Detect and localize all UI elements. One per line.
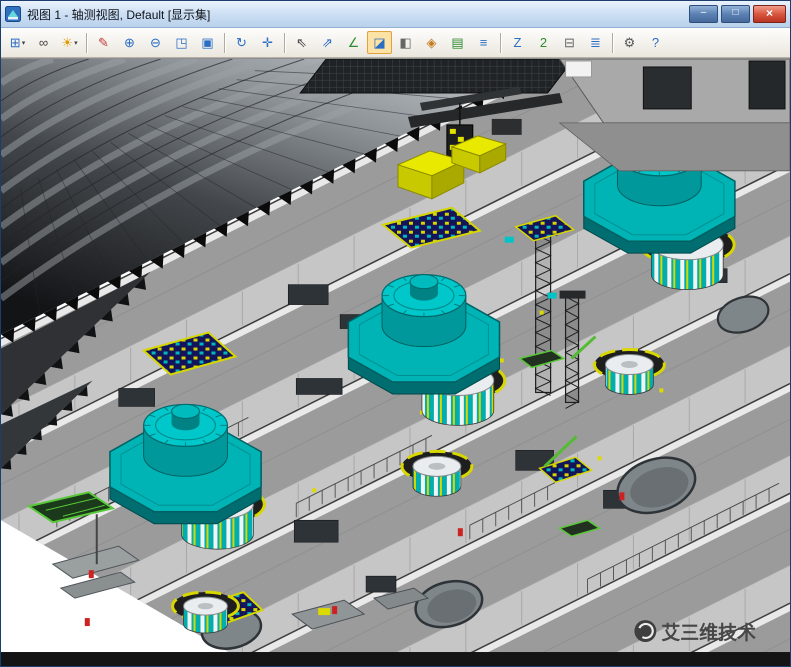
close-button[interactable]: ×	[753, 5, 786, 23]
toolbar-separator	[612, 33, 613, 53]
bottom-strip	[1, 652, 790, 666]
explode-icon[interactable]: ◈	[419, 31, 444, 54]
zoom-out-icon[interactable]: ⊖	[143, 31, 168, 54]
window-title: 视图 1 - 轴测视图, Default [显示集]	[27, 6, 689, 23]
toolbar: ⊞▾∞☀▾ ✎⊕⊖◳▣ ↻✛ ⇖⇗∠◪◧◈▤≡ Z2⊟≣ ⚙?	[1, 28, 790, 58]
toolbar-separator	[86, 33, 87, 53]
fit-all-icon[interactable]: ▣	[195, 31, 220, 54]
sequence-icon[interactable]: 2	[531, 31, 556, 54]
maximize-button[interactable]: □	[721, 5, 750, 23]
clipboard-icon[interactable]: ⊟	[557, 31, 582, 54]
select-icon[interactable]: ⇖	[289, 31, 314, 54]
help-icon[interactable]: ?	[643, 31, 668, 54]
scene-3d: 艾三维技术	[1, 59, 790, 666]
grating-walkway	[300, 59, 573, 93]
title-bar: 视图 1 - 轴测视图, Default [显示集] – □ ×	[1, 1, 790, 28]
watermark-text: 艾三维技术	[661, 621, 756, 644]
pmi-icon[interactable]: ≡	[471, 31, 496, 54]
deck-hatch-opening	[643, 67, 691, 109]
examine-icon[interactable]: ∞	[31, 31, 56, 54]
render-lighting-icon[interactable]: ☀▾	[57, 31, 82, 54]
zoom-in-icon[interactable]: ⊕	[117, 31, 142, 54]
structure-tree-icon[interactable]: ≣	[583, 31, 608, 54]
view-layout-icon[interactable]: ⊞▾	[5, 31, 30, 54]
compare-icon[interactable]: ◧	[393, 31, 418, 54]
measure-icon[interactable]: ∠	[341, 31, 366, 54]
markup-pen-icon[interactable]: ✎	[91, 31, 116, 54]
toolbar-separator	[224, 33, 225, 53]
app-window: 视图 1 - 轴测视图, Default [显示集] – □ × ⊞▾∞☀▾ ✎⊕…	[0, 0, 791, 667]
minimize-button[interactable]: –	[689, 5, 718, 23]
zoom-window-icon[interactable]: ◳	[169, 31, 194, 54]
markup-list-icon[interactable]: ▤	[445, 31, 470, 54]
pan-icon[interactable]: ✛	[255, 31, 280, 54]
sort-z-icon[interactable]: Z	[505, 31, 530, 54]
deck-hatch-opening	[749, 61, 785, 109]
app-icon	[5, 6, 21, 22]
walkthrough-icon[interactable]: ⇗	[315, 31, 340, 54]
viewport-3d[interactable]: 艾三维技术	[1, 58, 790, 666]
section-icon[interactable]: ◪	[367, 31, 392, 54]
settings-gear-icon[interactable]: ⚙	[617, 31, 642, 54]
toolbar-separator	[500, 33, 501, 53]
toolbar-separator	[284, 33, 285, 53]
orbit-icon[interactable]: ↻	[229, 31, 254, 54]
